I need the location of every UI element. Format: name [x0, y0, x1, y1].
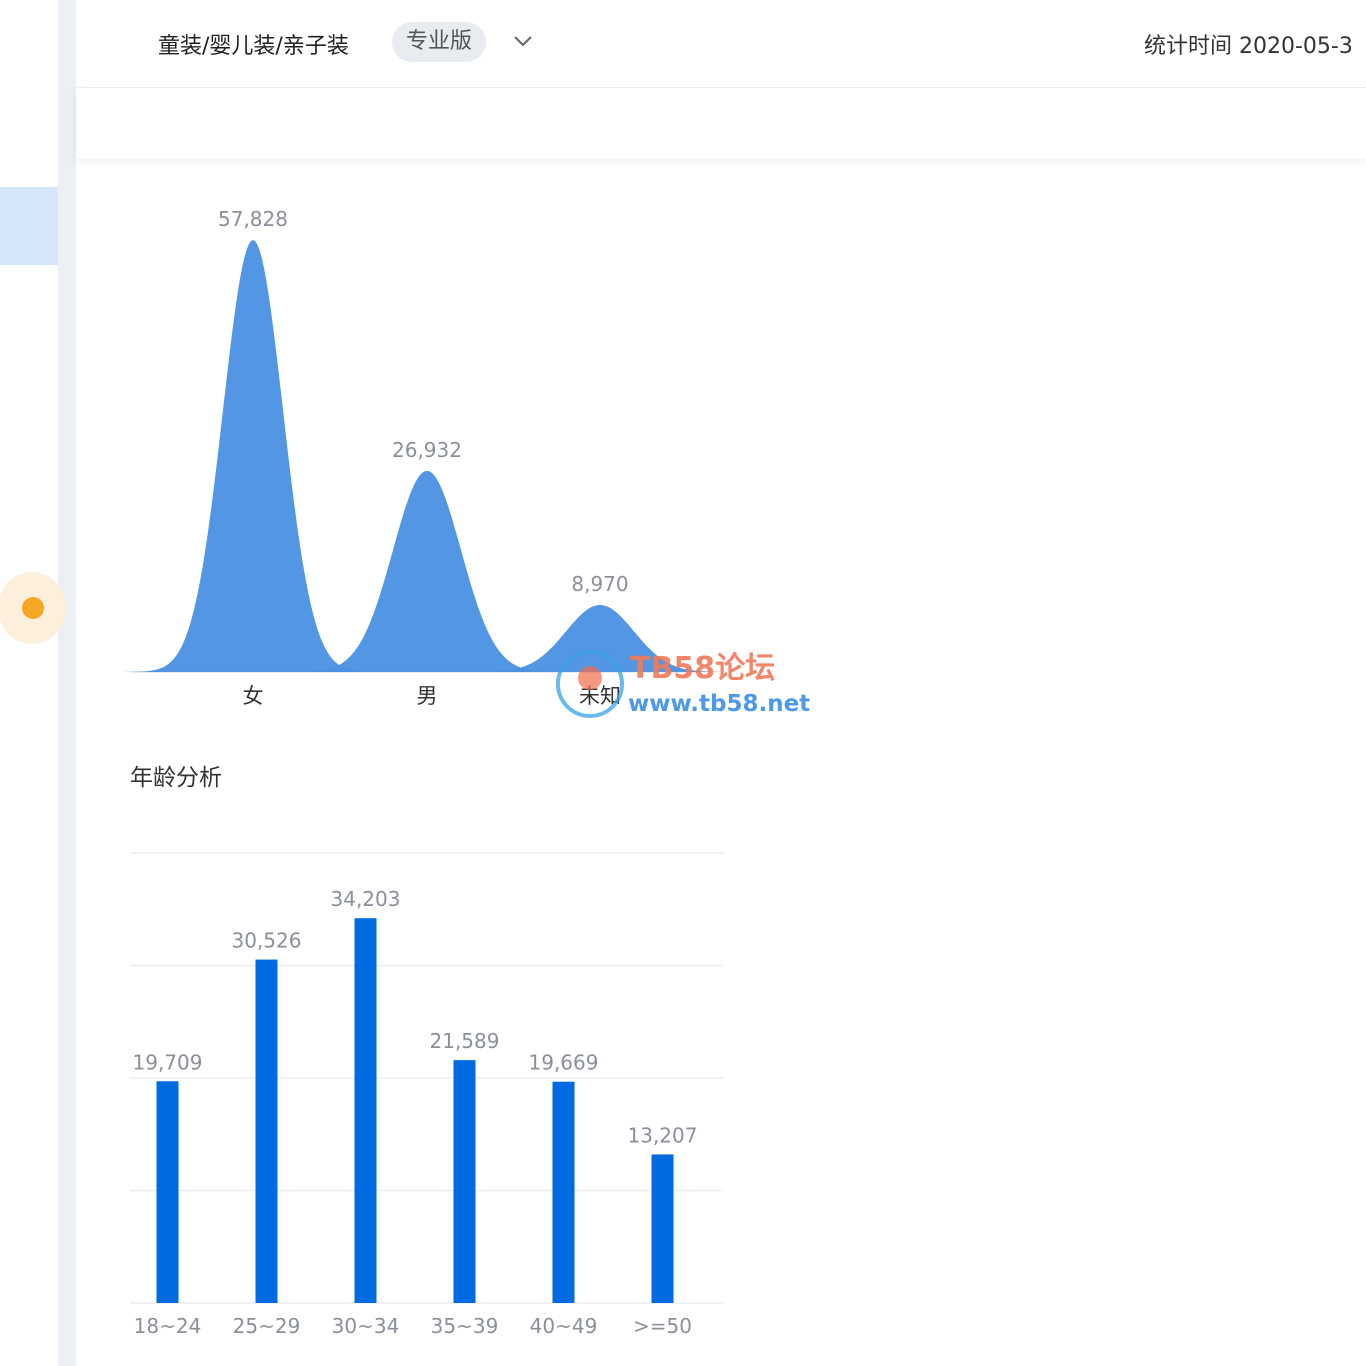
age-value-label-4: 19,669 — [529, 1051, 599, 1075]
age-category-label-3: 35~39 — [431, 1314, 499, 1338]
age-category-label-0: 18~24 — [134, 1314, 202, 1338]
age-bar-1[interactable] — [255, 959, 278, 1303]
age-value-label-5: 13,207 — [628, 1123, 698, 1147]
age-bar-2[interactable] — [354, 918, 377, 1303]
age-category-label-2: 30~34 — [332, 1314, 400, 1338]
age-bar-5[interactable] — [651, 1154, 674, 1303]
age-bar-3[interactable] — [453, 1060, 476, 1303]
age-value-label-0: 19,709 — [133, 1050, 203, 1074]
age-value-label-2: 34,203 — [331, 887, 401, 911]
age-category-label-5: >=50 — [633, 1314, 692, 1338]
age-value-label-3: 21,589 — [430, 1029, 500, 1053]
age-category-label-4: 40~49 — [530, 1314, 598, 1338]
age-chart: 19,709 18~24 30,526 25~29 34,203 30~34 21,589 3… — [130, 852, 724, 1338]
age-category-label-1: 25~29 — [233, 1314, 301, 1338]
age-bar-4[interactable] — [552, 1081, 575, 1303]
age-bar-0[interactable] — [156, 1081, 179, 1303]
age-value-label-1: 30,526 — [232, 929, 302, 953]
